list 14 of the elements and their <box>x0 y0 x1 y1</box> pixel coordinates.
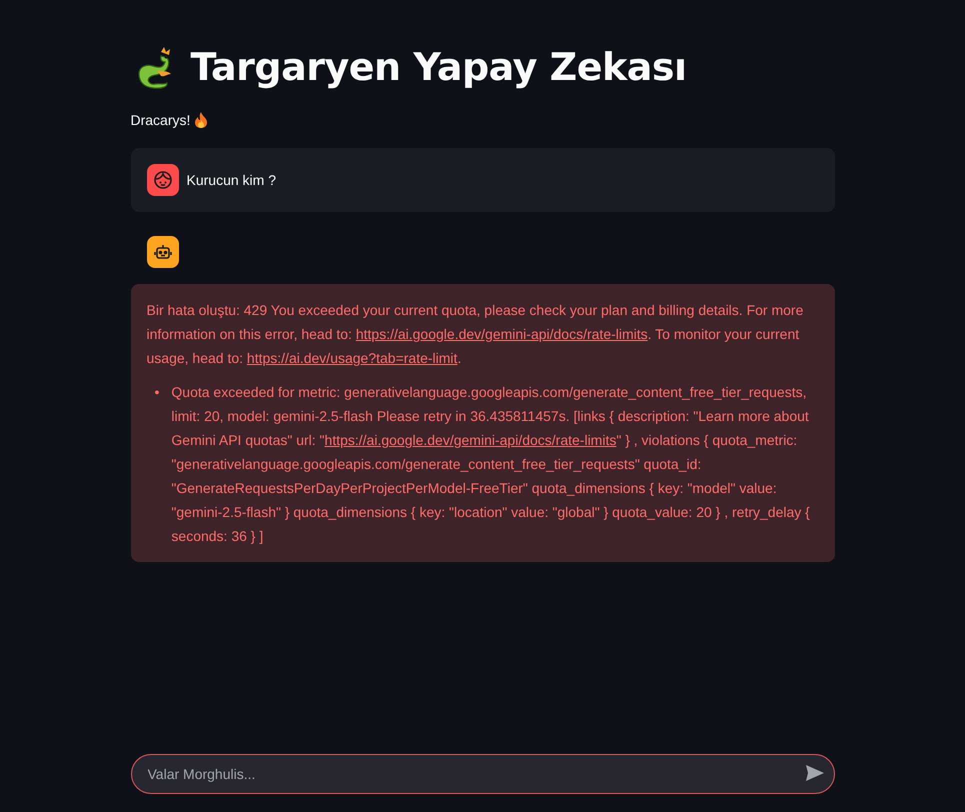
face-icon <box>152 170 172 190</box>
fire-icon <box>195 112 208 128</box>
error-message: Bir hata oluştu: 429 You exceeded your current quota, please check your plan and billing details. For more information on this error, head to: https://ai.google.dev/gemini-api/docs/rate-limits. To monitor your current usage, head to: https://ai.dev/usage?tab=rate-limit. <box>146 301 804 368</box>
subtitle: Dracarys! <box>130 112 190 128</box>
robot-icon <box>152 242 172 262</box>
send-icon <box>804 764 824 782</box>
message-text: Kurucun kim ? <box>186 172 276 188</box>
bullet-marker: • <box>154 383 160 402</box>
link[interactable]: https://ai.google.dev/gemini-api/docs/rate-limits <box>356 326 648 342</box>
error-detail: Quota exceeded for metric: generativelanguage.googleapis.com/generate_content_free_tier_requests, limit: 20, model: gemini-2.5-flash Please retry in 36.435811457s. [links { description: "Learn more about Gemini API quotas" url: "https://ai.google.dev/gemini-api/docs/rate-limits" } , violations { quota_metric: "generativelanguage.googleapis.com/generate_content_free_tier_requests" quota_id: "GenerateRequestsPerDayPerProjectPerModel-FreeTier" quota_dimensions { key: "model" value: "gemini-2.5-flash" } quota_dimensions { key: "location" value: "global" } quota_value: 20 } , retry_delay { seconds: 36 } ] <box>171 383 811 546</box>
link[interactable]: https://ai.google.dev/gemini-api/docs/rate-limits <box>324 432 616 448</box>
chat-input[interactable]: Valar Morghulis... <box>130 754 834 794</box>
link[interactable]: https://ai.dev/usage?tab=rate-limit <box>246 350 458 366</box>
page-title: Targaryen Yapay Zekası <box>190 45 687 89</box>
